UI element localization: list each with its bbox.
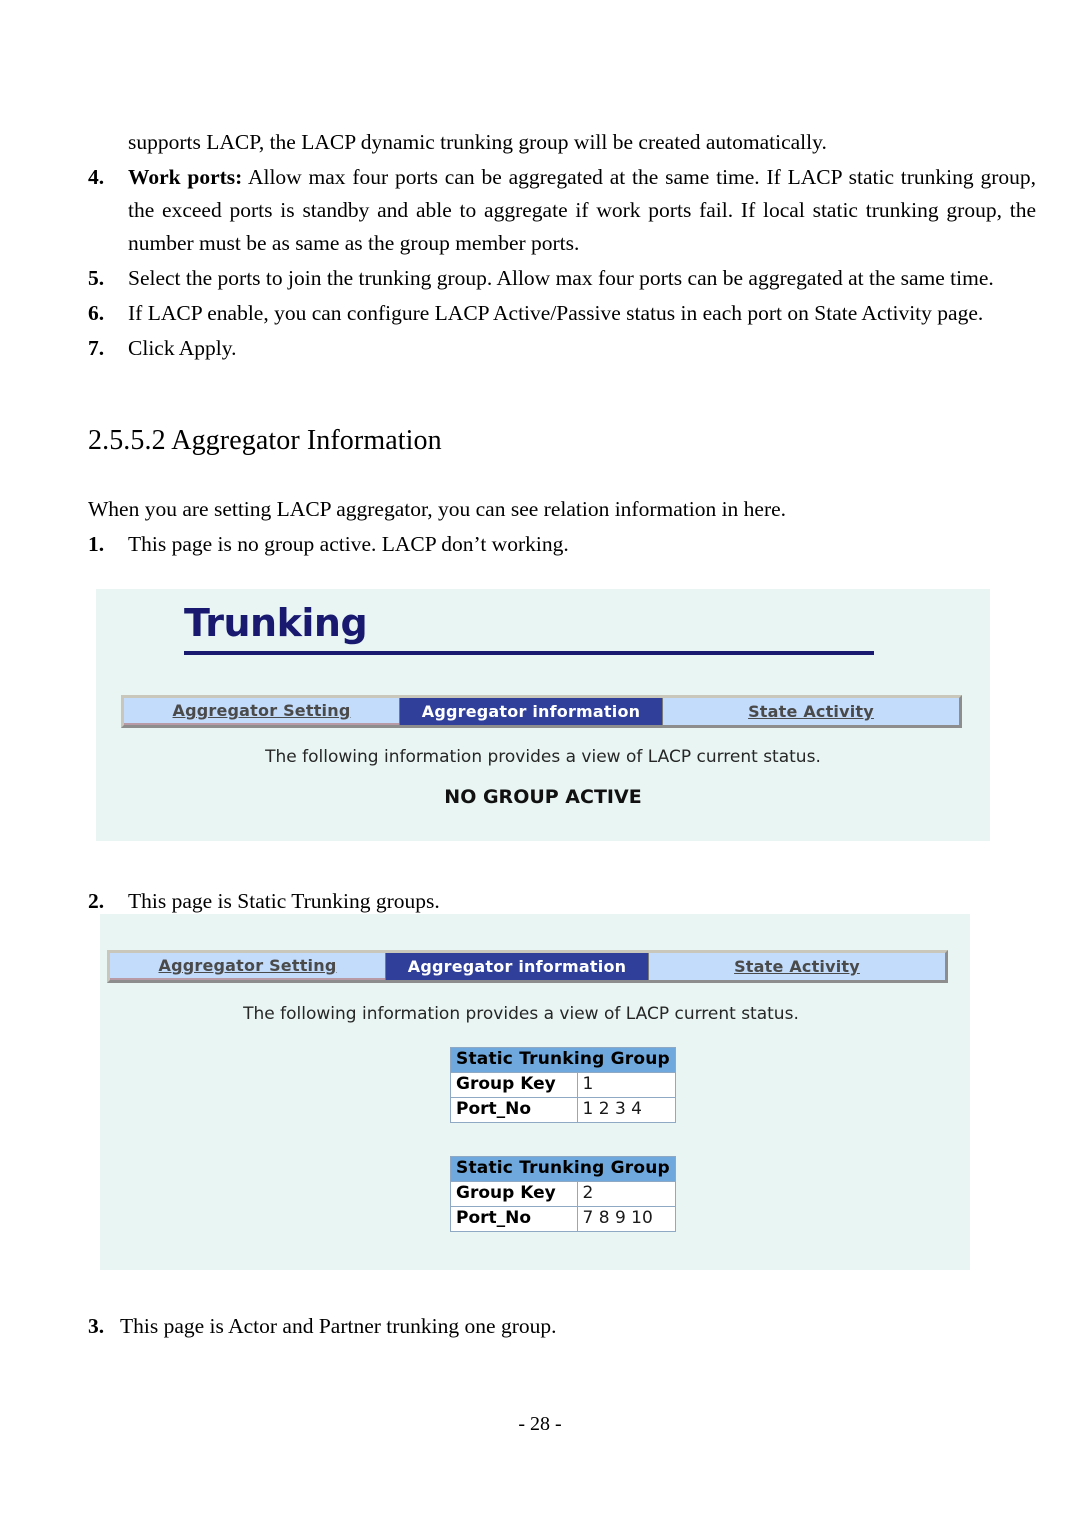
table-header-cell: Static Trunking Group	[450, 1156, 676, 1182]
status-no-group-active: NO GROUP ACTIVE	[444, 786, 642, 808]
figure-caption-2-wrapper: 2. This page is Static Trunking groups.	[88, 883, 988, 918]
figure-caption-number: 1.	[88, 532, 105, 556]
tab-bar: Aggregator Setting Aggregator informatio…	[107, 950, 948, 983]
figure-caption-text: This page is Static Trunking groups.	[128, 889, 440, 913]
tab-bar: Aggregator Setting Aggregator informatio…	[121, 695, 962, 728]
list-item-text: Click Apply.	[128, 336, 237, 360]
app-title: Trunking	[184, 601, 368, 645]
table-header-cell: Static Trunking Group	[450, 1047, 676, 1073]
tab-state-activity[interactable]: State Activity	[663, 698, 959, 725]
list-item-lead: Work ports:	[128, 165, 243, 189]
list-item: 4. Work ports: Allow max four ports can …	[88, 161, 1036, 260]
figure-caption-3-wrapper: 3. This page is Actor and Partner trunki…	[88, 1308, 988, 1343]
figure-caption-number: 3.	[88, 1314, 105, 1338]
list-item-number: 6.	[88, 301, 105, 325]
list-item: 5. Select the ports to join the trunking…	[88, 262, 1036, 295]
figure-caption-text: This page is no group active. LACP don’t…	[128, 532, 569, 556]
row-value-port-no: 1 2 3 4	[576, 1097, 676, 1123]
list-item-number: 4.	[88, 165, 105, 189]
row-value-group-key: 2	[576, 1181, 676, 1207]
static-trunking-group-table: Static Trunking Group Group Key 1 Port_N…	[450, 1047, 676, 1123]
tab-aggregator-information[interactable]: Aggregator information	[385, 953, 649, 980]
section-heading: 2.5.5.2 Aggregator Information	[88, 425, 442, 456]
list-item: 6. If LACP enable, you can configure LAC…	[88, 297, 1036, 330]
row-label-port-no: Port_No	[450, 1097, 578, 1123]
document-body-text: supports LACP, the LACP dynamic trunking…	[88, 126, 1036, 365]
list-item-number: 7.	[88, 336, 105, 360]
list-item-number: 5.	[88, 266, 105, 290]
panel-description: The following information provides a vie…	[265, 747, 821, 767]
figure-caption-1-wrapper: 1. This page is no group active. LACP do…	[88, 526, 988, 561]
continued-paragraph: supports LACP, the LACP dynamic trunking…	[128, 130, 827, 154]
row-label-group-key: Group Key	[450, 1181, 578, 1207]
table-row: Port_No 7 8 9 10	[450, 1206, 676, 1232]
tab-aggregator-setting[interactable]: Aggregator Setting	[110, 953, 385, 980]
tab-state-activity[interactable]: State Activity	[649, 953, 945, 980]
static-trunking-group-table: Static Trunking Group Group Key 2 Port_N…	[450, 1156, 676, 1232]
screenshot-panel-static-trunking-groups: Aggregator Setting Aggregator informatio…	[100, 914, 970, 1270]
tab-aggregator-information[interactable]: Aggregator information	[399, 698, 663, 725]
list-item-text: Allow max four ports can be aggregated a…	[128, 165, 1037, 255]
row-value-group-key: 1	[576, 1072, 676, 1098]
row-label-port-no: Port_No	[450, 1206, 578, 1232]
title-underline-rule	[184, 651, 874, 655]
figure-caption: 1. This page is no group active. LACP do…	[88, 528, 988, 561]
table-row: Group Key 2	[450, 1181, 676, 1207]
row-value-port-no: 7 8 9 10	[576, 1206, 676, 1232]
table-row: Port_No 1 2 3 4	[450, 1097, 676, 1123]
panel-description: The following information provides a vie…	[243, 1004, 799, 1024]
tab-aggregator-setting[interactable]: Aggregator Setting	[124, 698, 399, 725]
list-item-text: Select the ports to join the trunking gr…	[128, 266, 994, 290]
intro-paragraph: When you are setting LACP aggregator, yo…	[88, 497, 787, 521]
list-item-text: If LACP enable, you can configure LACP A…	[128, 301, 984, 325]
screenshot-panel-no-group-active: Trunking Aggregator Setting Aggregator i…	[96, 589, 990, 841]
document-page: supports LACP, the LACP dynamic trunking…	[0, 0, 1080, 1528]
page-number-footer: - 28 -	[518, 1413, 562, 1435]
figure-caption: 3. This page is Actor and Partner trunki…	[88, 1310, 988, 1343]
row-label-group-key: Group Key	[450, 1072, 578, 1098]
list-item: 7. Click Apply.	[88, 332, 1036, 365]
table-header-row: Static Trunking Group	[450, 1156, 676, 1182]
table-row: Group Key 1	[450, 1072, 676, 1098]
figure-caption-text: This page is Actor and Partner trunking …	[120, 1314, 557, 1338]
table-header-row: Static Trunking Group	[450, 1047, 676, 1073]
